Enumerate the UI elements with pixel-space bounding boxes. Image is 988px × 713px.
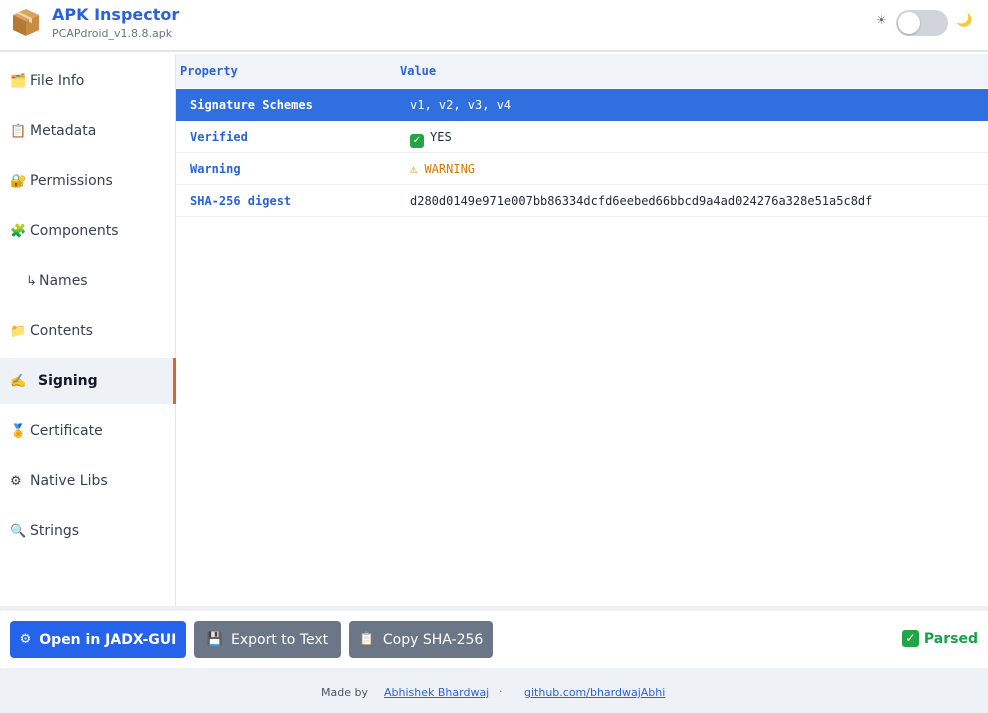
sidebar-item-signing[interactable]: ✍️ Signing (0, 358, 176, 404)
table-row[interactable]: Warning ⚠ WARNING (176, 153, 988, 185)
folder-icon: 📁 (10, 323, 27, 339)
sidebar-item-label: Permissions (30, 173, 113, 189)
sub-arrow-icon: ↳ (26, 273, 37, 289)
value-cell: ✓ YES (410, 130, 452, 148)
sidebar-item-label: Native Libs (30, 473, 108, 489)
sidebar-item-file-info[interactable]: 🗂️ File Info (0, 58, 176, 104)
status-text: Parsed (923, 630, 978, 647)
sidebar-item-contents[interactable]: 📁 Contents (0, 308, 176, 354)
property-cell: SHA-256 digest (190, 194, 292, 208)
lock-icon: 🔐 (10, 173, 27, 189)
verified-value: YES (430, 130, 452, 144)
puzzle-icon: 🧩 (10, 223, 27, 239)
signing-table: Property Value Signature Schemes v1, v2,… (176, 54, 988, 606)
clipboard-icon: 📋 (358, 632, 375, 647)
check-icon: ✓ (901, 630, 919, 647)
button-label: Open in JADX-GUI (39, 631, 177, 648)
app-title: APK Inspector (52, 5, 180, 24)
gear-icon: ⚙ (19, 632, 32, 647)
table-row[interactable]: SHA-256 digest d280d0149e971e007bb86334d… (176, 185, 988, 217)
value-cell: v1, v2, v3, v4 (410, 98, 512, 112)
status-badge: ✓ Parsed (901, 630, 978, 647)
sidebar-item-native-libs[interactable]: ⚙ Native Libs (0, 458, 176, 504)
moon-icon: 🌙 (956, 13, 973, 28)
gear-icon: ⚙ (10, 473, 22, 489)
magnifier-icon: 🔍 (10, 523, 27, 539)
property-cell: Signature Schemes (190, 98, 313, 112)
property-cell: Warning (190, 162, 241, 176)
sidebar-item-label: File Info (30, 73, 85, 89)
check-icon: ✓ (410, 134, 424, 148)
table-row[interactable]: Signature Schemes v1, v2, v3, v4 (176, 89, 988, 121)
table-header: Property Value (176, 54, 988, 88)
sidebar-item-names[interactable]: ↳ Names (0, 258, 176, 304)
github-link[interactable]: github.com/bhardwajAbhi (524, 686, 665, 699)
sidebar-item-certificate[interactable]: 🏅 Certificate (0, 408, 176, 454)
property-cell: Verified (190, 130, 248, 144)
package-box-icon (13, 9, 39, 36)
credits-footer: Made by Abhishek Bhardwaj · github.com/b… (0, 668, 988, 713)
file-folder-icon: 🗂️ (10, 73, 27, 89)
sidebar-item-label: Signing (38, 373, 98, 389)
file-name: PCAPdroid_v1.8.8.apk (52, 27, 173, 40)
sidebar-item-metadata[interactable]: 📋 Metadata (0, 108, 176, 154)
theme-toggle[interactable]: ☀ 🌙 (876, 9, 976, 37)
author-link[interactable]: Abhishek Bhardwaj (384, 686, 489, 699)
action-bar: ⚙ Open in JADX-GUI 💾 Export to Text 📋 Co… (0, 606, 988, 668)
button-label: Copy SHA-256 (382, 631, 484, 648)
sidebar-item-label: Components (30, 223, 119, 239)
sidebar-item-strings[interactable]: 🔍 Strings (0, 508, 176, 554)
sidebar-item-components[interactable]: 🧩 Components (0, 208, 176, 254)
sidebar-item-label: Names (39, 273, 88, 289)
sidebar-item-label: Metadata (30, 123, 97, 139)
sidebar-item-label: Strings (30, 523, 80, 539)
value-cell: d280d0149e971e007bb86334dcfd6eebed66bbcd… (410, 194, 873, 208)
sun-icon: ☀ (876, 13, 887, 27)
separator: · (499, 685, 503, 698)
table-row[interactable]: Verified ✓ YES (176, 121, 988, 153)
open-jadx-button[interactable]: ⚙ Open in JADX-GUI (10, 621, 186, 658)
button-label: Export to Text (231, 631, 329, 648)
made-by-text: Made by (321, 686, 368, 699)
sidebar-item-label: Contents (30, 323, 93, 339)
value-cell: ⚠ WARNING (410, 162, 476, 176)
column-header-property[interactable]: Property (180, 64, 238, 78)
sidebar-item-permissions[interactable]: 🔐 Permissions (0, 158, 176, 204)
column-header-value[interactable]: Value (400, 64, 436, 78)
sidebar: 🗂️ File Info 📋 Metadata 🔐 Permissions 🧩 … (0, 54, 176, 606)
copy-sha256-button[interactable]: 📋 Copy SHA-256 (349, 621, 493, 658)
toggle-knob (898, 12, 920, 34)
floppy-disk-icon: 💾 (206, 632, 224, 647)
writing-hand-icon: ✍️ (10, 373, 27, 389)
export-text-button[interactable]: 💾 Export to Text (194, 621, 341, 658)
app-header: APK Inspector PCAPdroid_v1.8.8.apk ☀ 🌙 (0, 0, 988, 52)
sidebar-item-label: Certificate (30, 423, 103, 439)
clipboard-icon: 📋 (10, 123, 27, 139)
medal-icon: 🏅 (10, 423, 27, 439)
theme-switch[interactable] (896, 10, 948, 36)
